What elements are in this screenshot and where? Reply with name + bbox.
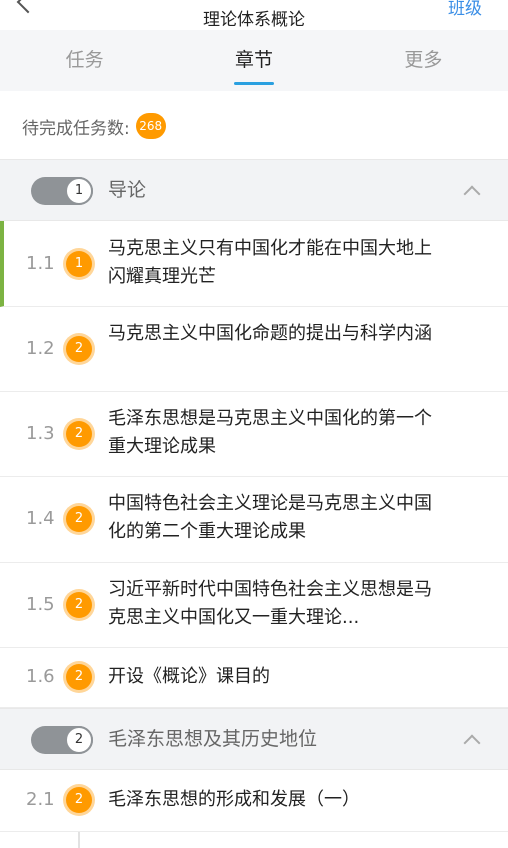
section-title: 毛泽东思想的形成和发展（一） [108,789,360,810]
section-title: 马克思主义中国化命题的提出与科学内涵 [108,323,432,344]
tab-tasks[interactable]: 任务 [0,30,169,91]
chapter-header[interactable]: 2 毛泽东思想及其历史地位 [0,708,508,770]
chapter-header[interactable]: 1 导论 [0,159,508,221]
section-number: 1.5 [26,594,55,615]
tab-more[interactable]: 更多 [339,30,508,91]
section-badge: 2 [66,592,92,618]
section-title: 马克思主义只有中国化才能在中国大地上闪耀真理光芒 [108,238,432,287]
pending-tasks-label: 待完成任务数: [22,118,130,139]
section-number: 1.1 [26,253,55,274]
chevron-up-icon[interactable] [463,734,481,752]
section-title: 中国特色社会主义理论是马克思主义中国化的第二个重大理论成果 [108,493,432,542]
section-row[interactable]: 1.5 2 习近平新时代中国特色社会主义思想是马克思主义中国化又一重大理论... [0,563,508,648]
top-bar: 理论体系概论 班级 [0,0,508,30]
chevron-up-icon[interactable] [463,185,481,203]
chapter-number: 2 [65,726,93,754]
tab-bar: 任务 章节 更多 [0,30,508,91]
section-badge: 1 [66,251,92,277]
section-title: 毛泽东思想是马克思主义中国化的第一个重大理论成果 [108,408,432,457]
section-row[interactable]: 1.1 1 马克思主义只有中国化才能在中国大地上闪耀真理光芒 [0,221,508,307]
section-title: 开设《概论》课目的 [108,666,270,687]
section-badge: 2 [66,787,92,813]
section-row[interactable]: 1.2 2 马克思主义中国化命题的提出与科学内涵 [0,307,508,392]
section-number: 1.4 [26,508,55,529]
pending-count-badge: 268 [135,113,166,139]
section-number: 2.1 [26,789,55,810]
section-number: 1.3 [26,423,55,444]
chapter-number: 1 [65,177,93,205]
section-badge: 2 [66,664,92,690]
tab-chapters[interactable]: 章节 [169,30,338,91]
chapter-title: 导论 [108,179,147,201]
pending-tasks: 待完成任务数: 268 [22,108,166,144]
chapter-toggle[interactable]: 2 [31,726,93,754]
section-badge: 2 [66,421,92,447]
section-number: 1.6 [26,666,55,687]
section-row[interactable]: 1.3 2 毛泽东思想是马克思主义中国化的第一个重大理论成果 [0,392,508,477]
section-badge: 2 [66,506,92,532]
chapter-toggle[interactable]: 1 [31,177,93,205]
section-row[interactable]: 1.6 2 开设《概论》课目的 [0,648,508,708]
section-badge: 2 [66,336,92,362]
section-row[interactable]: 1.4 2 中国特色社会主义理论是马克思主义中国化的第二个重大理论成果 [0,477,508,563]
chapter-title: 毛泽东思想及其历史地位 [108,728,318,750]
section-row[interactable]: 2.1 2 毛泽东思想的形成和发展（一） [0,770,508,832]
section-number: 1.2 [26,338,55,359]
section-title: 习近平新时代中国特色社会主义思想是马克思主义中国化又一重大理论... [108,579,432,628]
page-title: 理论体系概论 [203,10,305,30]
class-link[interactable]: 班级 [448,0,482,19]
